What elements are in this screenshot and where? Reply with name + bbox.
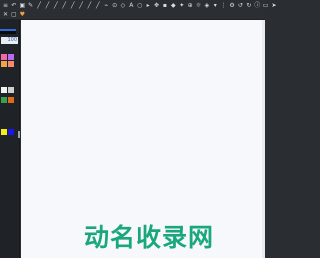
swatch-white[interactable] <box>1 87 7 93</box>
swatch-gray[interactable] <box>8 87 14 93</box>
undo-icon[interactable]: ↶ <box>10 2 17 9</box>
swatch-dark-orange[interactable] <box>8 97 14 103</box>
toolbar-row-main: ≡ ↶ ▣ ✎ ╱ ╱ ╱ ╱ ╱ ╱ ╱ ╱ ⌁ ⊙ ◇ A ○ ▸ ✥ ▪ ◆ ✦ ⊕ ☼ ◈ ▾ ⋮ ⚙ ↺ ↻ ⓘ ▭ ➤ <box>2 1 279 10</box>
swatch-salmon[interactable] <box>8 61 14 67</box>
swatch-purple[interactable] <box>8 54 14 60</box>
swatch-orange[interactable] <box>1 61 7 67</box>
zoom-icon[interactable]: ⊕ <box>187 2 194 9</box>
left-sidebar: 100 <box>0 20 20 258</box>
mixer-icon[interactable]: ⊙ <box>111 2 118 9</box>
swatch-green[interactable] <box>1 97 7 103</box>
filter-icon[interactable]: ▾ <box>212 2 219 9</box>
swatch-yellow[interactable] <box>1 129 7 135</box>
settings-icon[interactable]: ⚙ <box>229 2 236 9</box>
move-icon[interactable]: ✥ <box>153 2 160 9</box>
lasso-icon[interactable]: ○ <box>136 2 143 9</box>
shape-icon[interactable]: ◆ <box>170 2 177 9</box>
marker-icon[interactable]: ╱ <box>52 2 59 9</box>
bucket-icon[interactable]: ◈ <box>203 2 210 9</box>
select-icon[interactable]: ▸ <box>145 2 152 9</box>
pen-icon[interactable]: ╱ <box>36 2 43 9</box>
spray-icon[interactable]: ╱ <box>94 2 101 9</box>
layer-icon[interactable]: ▪ <box>161 2 168 9</box>
brightness-icon[interactable]: ☼ <box>195 2 202 9</box>
watermark-logo: 动名收录网 <box>84 223 214 252</box>
top-toolbar: ≡ ↶ ▣ ✎ ╱ ╱ ╱ ╱ ╱ ╱ ╱ ╱ ⌁ ⊙ ◇ A ○ ▸ ✥ ▪ ◆ ✦ ⊕ ☼ ◈ ▾ ⋮ ⚙ ↺ ↻ ⓘ ▭ ➤ ✕ ▢ ♥ <box>0 0 277 20</box>
frame-icon[interactable]: ▢ <box>10 11 17 18</box>
arrow-icon[interactable]: ➤ <box>271 2 278 9</box>
airbrush-icon[interactable]: ╱ <box>61 2 68 9</box>
redo-icon[interactable]: ↻ <box>245 2 252 9</box>
chalk-icon[interactable]: ╱ <box>86 2 93 9</box>
close-icon[interactable]: ✕ <box>2 11 9 18</box>
ink-icon[interactable]: ╱ <box>78 2 85 9</box>
history-icon[interactable]: ↺ <box>237 2 244 9</box>
brush-size-field[interactable]: 100 <box>1 37 18 44</box>
sidebar-resize-handle[interactable] <box>18 131 20 138</box>
brush-icon[interactable]: ╱ <box>44 2 51 9</box>
app-window: ≡ ↶ ▣ ✎ ╱ ╱ ╱ ╱ ╱ ╱ ╱ ╱ ⌁ ⊙ ◇ A ○ ▸ ✥ ▪ ◆ ✦ ⊕ ☼ ◈ ▾ ⋮ ⚙ ↺ ↻ ⓘ ▭ ➤ ✕ ▢ ♥ 10… <box>0 0 277 258</box>
swatch-blue[interactable] <box>8 129 14 135</box>
heart-icon[interactable]: ♥ <box>19 11 26 18</box>
swatch-pink[interactable] <box>1 54 7 60</box>
canvas-edge <box>262 20 265 258</box>
window-icon[interactable]: ▭ <box>262 2 269 9</box>
current-color-fill <box>0 29 16 31</box>
pencil-icon[interactable]: ✎ <box>27 2 34 9</box>
text-icon[interactable]: A <box>128 2 135 9</box>
menu-icon[interactable]: ≡ <box>2 2 9 9</box>
grid-icon[interactable]: ⋮ <box>220 2 227 9</box>
toolbar-row-secondary: ✕ ▢ ♥ <box>2 10 27 19</box>
watermark-text: 动名收录网 <box>84 223 214 252</box>
calligraphy-icon[interactable]: ╱ <box>69 2 76 9</box>
magic-icon[interactable]: ✦ <box>178 2 185 9</box>
current-color-bar[interactable] <box>0 29 16 34</box>
image-icon[interactable]: ▣ <box>19 2 26 9</box>
info-icon[interactable]: ⓘ <box>254 2 261 9</box>
eraser-icon[interactable]: ◇ <box>119 2 126 9</box>
dropper-icon[interactable]: ⌁ <box>103 2 110 9</box>
